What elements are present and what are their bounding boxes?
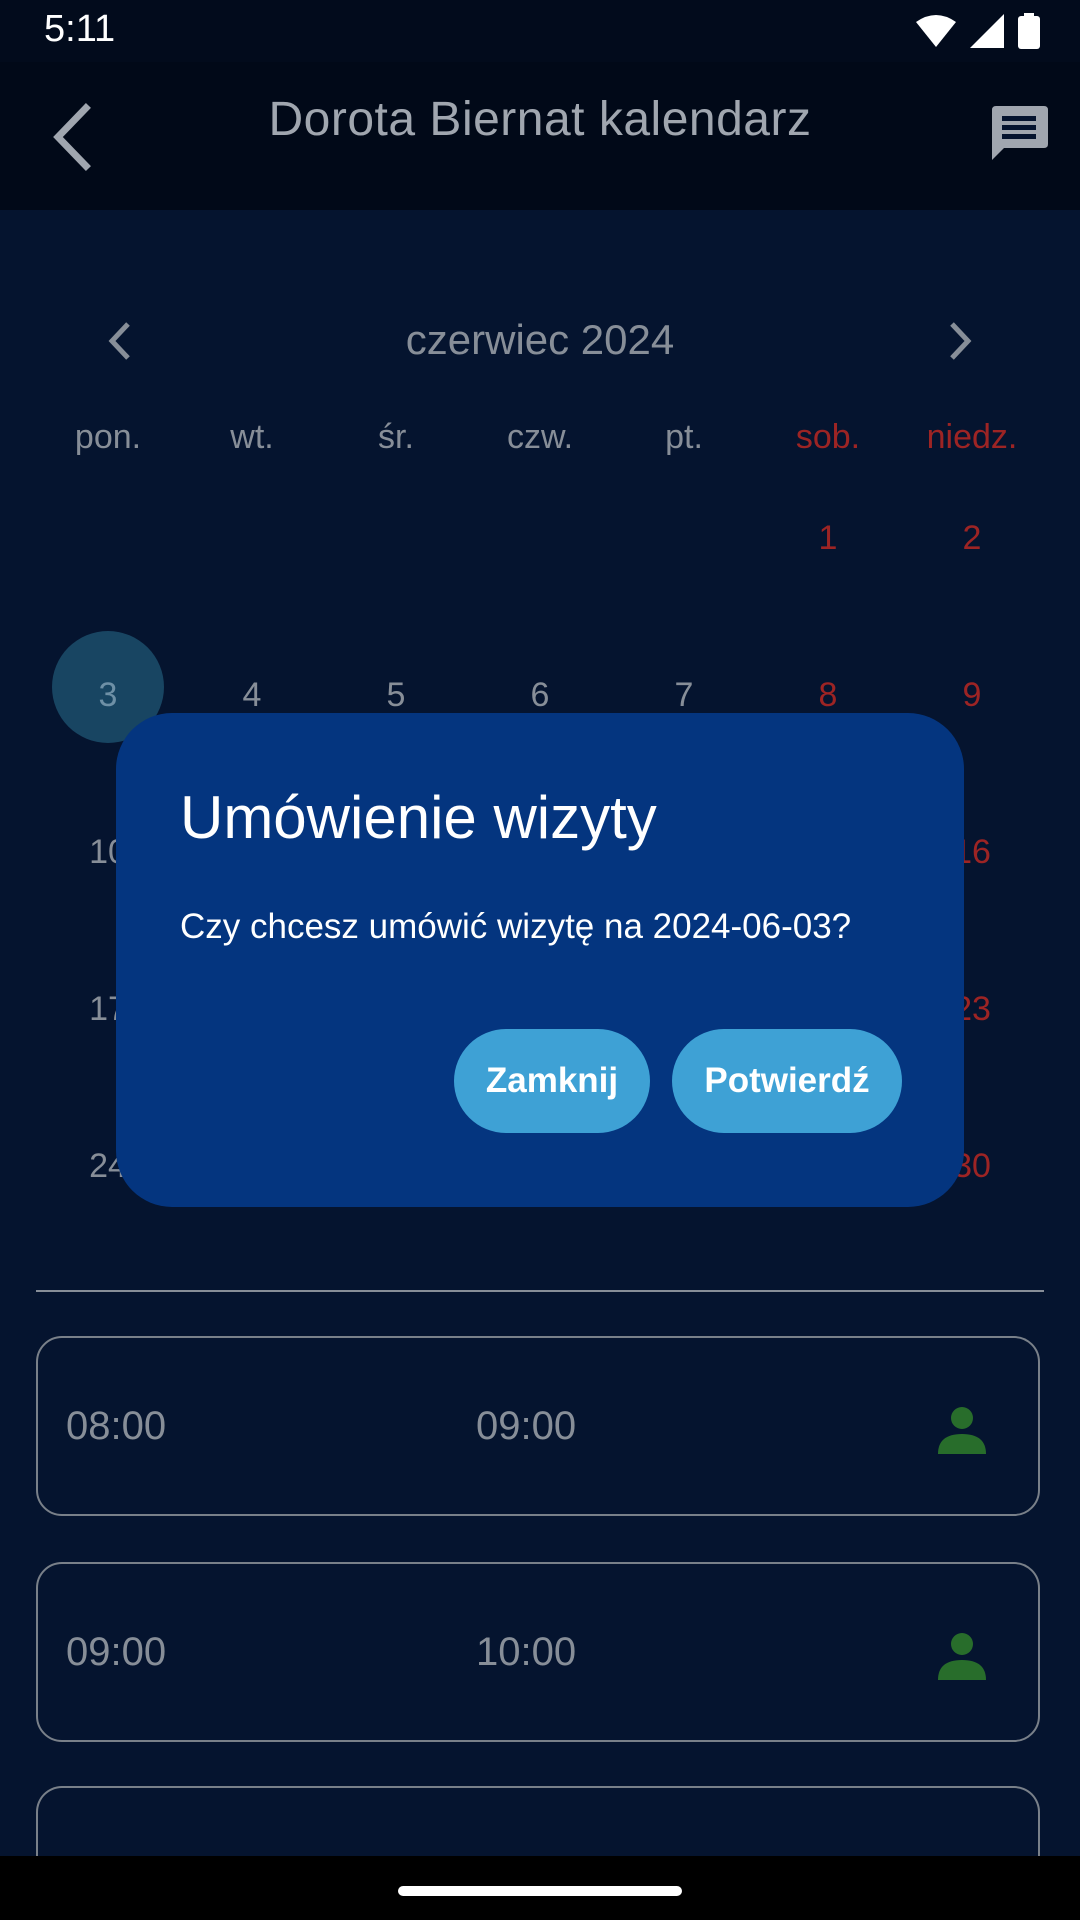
signal-icon <box>970 14 1004 48</box>
close-button[interactable]: Zamknij <box>454 1029 650 1133</box>
dialog-message: Czy chcesz umówić wizytę na 2024-06-03? <box>180 907 852 946</box>
status-time: 5:11 <box>44 8 116 50</box>
system-nav-bar <box>0 1856 1080 1920</box>
wifi-icon <box>916 15 956 47</box>
dialog-actions: Zamknij Potwierdź <box>454 1029 902 1133</box>
home-indicator[interactable] <box>398 1886 682 1896</box>
dialog-title: Umówienie wizyty <box>180 784 657 851</box>
appointment-dialog: Umówienie wizyty Czy chcesz umówić wizyt… <box>116 713 964 1207</box>
status-bar: 5:11 <box>0 0 1080 62</box>
battery-icon <box>1018 13 1040 49</box>
confirm-button[interactable]: Potwierdź <box>672 1029 902 1133</box>
status-icons <box>916 13 1040 49</box>
